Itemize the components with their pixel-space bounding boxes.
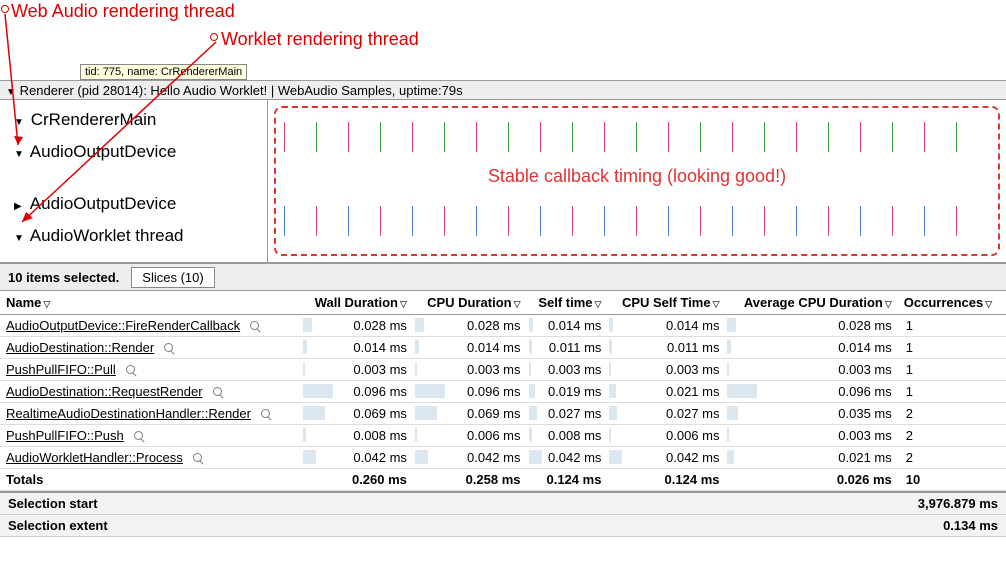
col-cpu[interactable]: CPU Duration▽ — [413, 291, 527, 315]
slices-table: Name▽ Wall Duration▽ CPU Duration▽ Self … — [0, 291, 1006, 491]
table-row[interactable]: AudioDestination::Render0.014 ms0.014 ms… — [0, 337, 1006, 359]
tab-slices[interactable]: Slices (10) — [131, 267, 214, 288]
row-name[interactable]: PushPullFIFO::Push — [0, 425, 301, 447]
magnify-icon[interactable] — [250, 321, 262, 333]
tree-item-audiooutputdevice[interactable]: ▼ AudioOutputDevice — [0, 136, 267, 168]
row-occ: 2 — [898, 403, 1006, 425]
tooltip: tid: 775, name: CrRendererMain — [80, 64, 247, 80]
thread-tree-panel: ▼ CrRendererMain ▼ AudioOutputDevice tid… — [0, 100, 1006, 263]
selection-summary: Selection start 3,976.879 ms Selection e… — [0, 491, 1006, 537]
selection-start-label: Selection start — [8, 496, 98, 511]
timeline-area[interactable]: Stable callback timing (looking good!) — [268, 100, 1006, 262]
timeline-highlight-box: Stable callback timing (looking good!) — [274, 106, 1000, 256]
process-title: Renderer (pid 28014): Hello Audio Workle… — [20, 83, 463, 98]
annotation-worklet: Worklet rendering thread — [221, 29, 419, 50]
row-name[interactable]: AudioDestination::RequestRender — [0, 381, 301, 403]
row-name[interactable]: AudioDestination::Render — [0, 337, 301, 359]
tree-item-crrenderermain[interactable]: ▼ CrRendererMain — [0, 104, 267, 136]
row-occ: 1 — [898, 315, 1006, 337]
row-occ: 1 — [898, 337, 1006, 359]
table-row[interactable]: AudioOutputDevice::FireRenderCallback0.0… — [0, 315, 1006, 337]
tree-item-audioworklet[interactable]: ▼ AudioWorklet thread — [0, 220, 267, 252]
timeline-track-worklet — [276, 196, 998, 246]
disclosure-triangle-icon[interactable]: ▼ — [14, 149, 26, 160]
row-occ: 2 — [898, 447, 1006, 469]
disclosure-triangle-icon[interactable]: ▼ — [6, 87, 16, 98]
magnify-icon[interactable] — [164, 343, 176, 355]
magnify-icon[interactable] — [193, 453, 205, 465]
row-name[interactable]: AudioWorkletHandler::Process — [0, 447, 301, 469]
row-name[interactable]: PushPullFIFO::Pull — [0, 359, 301, 381]
thread-tree: ▼ CrRendererMain ▼ AudioOutputDevice tid… — [0, 100, 268, 262]
col-occ[interactable]: Occurrences▽ — [898, 291, 1006, 315]
selection-extent-value: 0.134 ms — [943, 518, 998, 533]
disclosure-triangle-icon[interactable]: ▶ — [14, 201, 26, 212]
magnify-icon[interactable] — [213, 387, 225, 399]
magnify-icon[interactable] — [126, 365, 138, 377]
row-name[interactable]: AudioOutputDevice::FireRenderCallback — [0, 315, 301, 337]
col-name[interactable]: Name▽ — [0, 291, 301, 315]
row-name[interactable]: RealtimeAudioDestinationHandler::Render — [0, 403, 301, 425]
table-row[interactable]: PushPullFIFO::Pull0.003 ms0.003 ms0.003 … — [0, 359, 1006, 381]
annotation-web-audio: Web Audio rendering thread — [11, 1, 235, 22]
table-row[interactable]: RealtimeAudioDestinationHandler::Render0… — [0, 403, 1006, 425]
magnify-icon[interactable] — [134, 431, 146, 443]
tree-item-audiooutputdevice-2[interactable]: ▶ AudioOutputDevice — [0, 188, 267, 220]
table-row[interactable]: AudioWorkletHandler::Process0.042 ms0.04… — [0, 447, 1006, 469]
selection-start-value: 3,976.879 ms — [918, 496, 998, 511]
callout-text: Stable callback timing (looking good!) — [276, 166, 998, 187]
disclosure-triangle-icon[interactable]: ▼ — [14, 233, 26, 244]
row-occ: 2 — [898, 425, 1006, 447]
table-row[interactable]: AudioDestination::RequestRender0.096 ms0… — [0, 381, 1006, 403]
magnify-icon[interactable] — [261, 409, 273, 421]
col-avg[interactable]: Average CPU Duration▽ — [725, 291, 897, 315]
totals-row: Totals0.260 ms0.258 ms0.124 ms0.124 ms0.… — [0, 469, 1006, 491]
process-header[interactable]: ▼ Renderer (pid 28014): Hello Audio Work… — [0, 80, 1006, 100]
row-occ: 1 — [898, 359, 1006, 381]
col-cpuself[interactable]: CPU Self Time▽ — [607, 291, 725, 315]
col-wall[interactable]: Wall Duration▽ — [301, 291, 413, 315]
col-self[interactable]: Self time▽ — [527, 291, 608, 315]
table-row[interactable]: PushPullFIFO::Push0.008 ms0.006 ms0.008 … — [0, 425, 1006, 447]
selection-count: 10 items selected. — [8, 270, 119, 285]
disclosure-triangle-icon[interactable]: ▼ — [14, 117, 26, 128]
selection-extent-label: Selection extent — [8, 518, 108, 533]
selection-info-bar: 10 items selected. Slices (10) — [0, 263, 1006, 291]
timeline-track-audiooutput — [276, 112, 998, 162]
row-occ: 1 — [898, 381, 1006, 403]
